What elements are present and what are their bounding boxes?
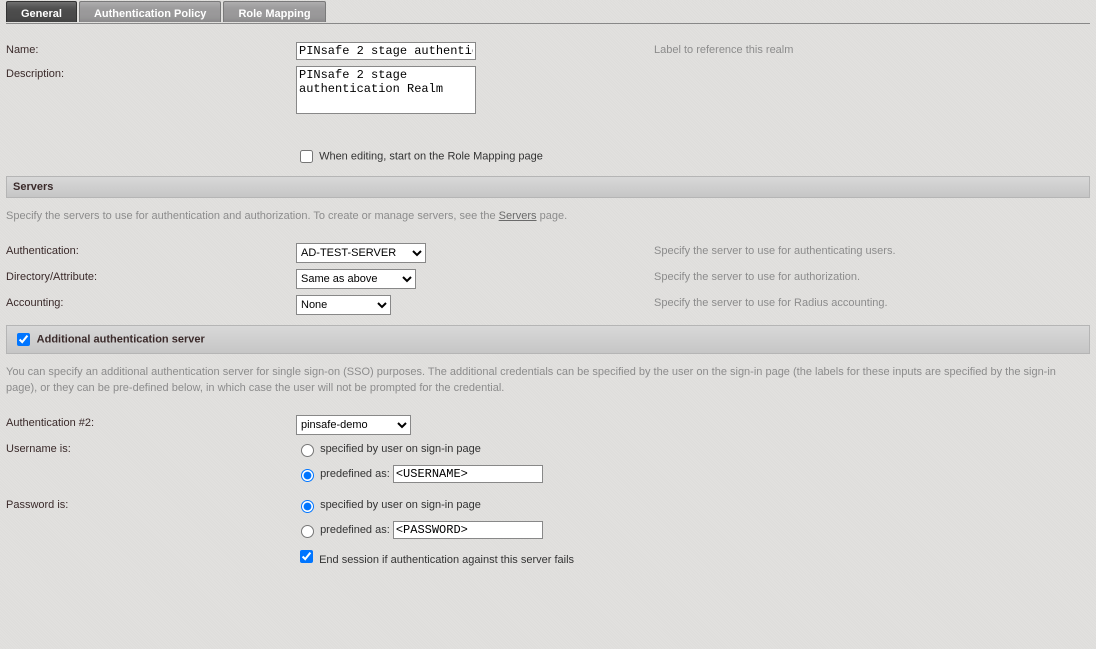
additional-auth-header-label: Additional authentication server xyxy=(37,333,205,345)
accounting-select[interactable]: None xyxy=(296,295,391,315)
directory-label: Directory/Attribute: xyxy=(6,269,296,283)
username-is-label: Username is: xyxy=(6,441,296,455)
name-label: Name: xyxy=(6,42,296,56)
accounting-label: Accounting: xyxy=(6,295,296,309)
tab-role-mapping[interactable]: Role Mapping xyxy=(223,1,325,22)
username-predefined-input[interactable] xyxy=(393,465,543,483)
auth2-label: Authentication #2: xyxy=(6,415,296,429)
servers-header: Servers xyxy=(6,176,1090,198)
password-predefined-radio[interactable] xyxy=(301,525,314,538)
additional-auth-description: You can specify an additional authentica… xyxy=(6,364,1090,397)
username-specified-label: specified by user on sign-in page xyxy=(320,443,481,455)
description-label: Description: xyxy=(6,66,296,80)
servers-link[interactable]: Servers xyxy=(499,210,537,222)
username-predefined-radio[interactable] xyxy=(301,469,314,482)
additional-auth-header: Additional authentication server xyxy=(6,325,1090,354)
tab-general[interactable]: General xyxy=(6,1,77,22)
additional-auth-checkbox[interactable] xyxy=(17,333,30,346)
authentication-label: Authentication: xyxy=(6,243,296,257)
username-predefined-label: predefined as: xyxy=(320,468,390,480)
directory-help: Specify the server to use for authorizat… xyxy=(646,269,860,283)
tab-authentication-policy[interactable]: Authentication Policy xyxy=(79,1,221,22)
name-input[interactable] xyxy=(296,42,476,60)
start-on-role-mapping-checkbox[interactable] xyxy=(300,150,313,163)
auth2-select[interactable]: pinsafe-demo xyxy=(296,415,411,435)
servers-description: Specify the servers to use for authentic… xyxy=(6,208,1090,225)
directory-select[interactable]: Same as above xyxy=(296,269,416,289)
username-specified-radio[interactable] xyxy=(301,444,314,457)
accounting-help: Specify the server to use for Radius acc… xyxy=(646,295,888,309)
password-predefined-label: predefined as: xyxy=(320,524,390,536)
servers-desc-post: page. xyxy=(537,210,568,222)
tabs: General Authentication Policy Role Mappi… xyxy=(6,2,1090,24)
authentication-select[interactable]: AD-TEST-SERVER xyxy=(296,243,426,263)
authentication-help: Specify the server to use for authentica… xyxy=(646,243,896,257)
password-is-label: Password is: xyxy=(6,497,296,511)
start-on-role-mapping-label: When editing, start on the Role Mapping … xyxy=(319,151,543,163)
password-specified-label: specified by user on sign-in page xyxy=(320,499,481,511)
servers-desc-pre: Specify the servers to use for authentic… xyxy=(6,210,499,222)
description-textarea[interactable]: PINsafe 2 stage authentication Realm xyxy=(296,66,476,114)
end-session-checkbox[interactable] xyxy=(300,550,313,563)
password-specified-radio[interactable] xyxy=(301,500,314,513)
name-help: Label to reference this realm xyxy=(646,42,793,56)
end-session-label: End session if authentication against th… xyxy=(319,554,574,566)
password-predefined-input[interactable] xyxy=(393,521,543,539)
